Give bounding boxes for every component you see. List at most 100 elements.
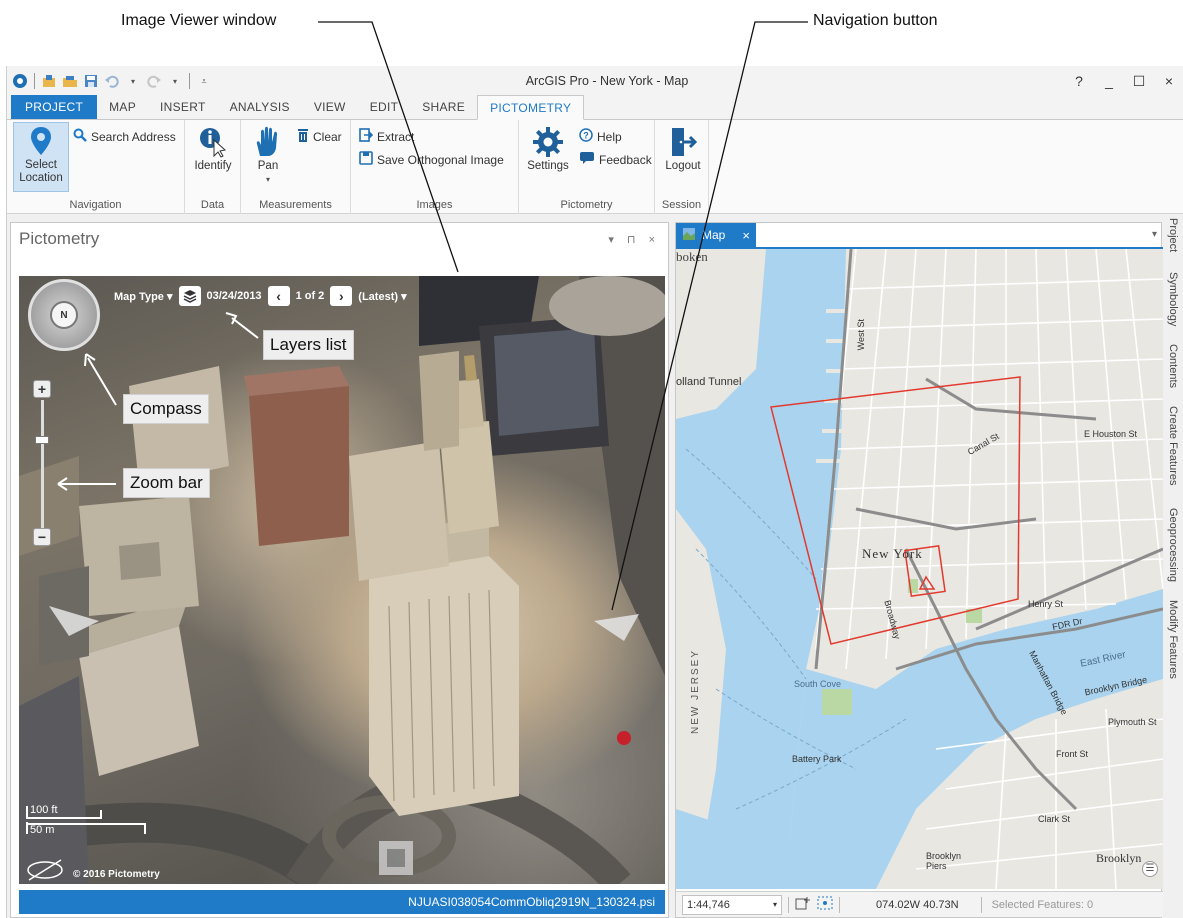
navigate-south-button[interactable]: [377, 840, 415, 878]
close-map-tab-icon[interactable]: ×: [742, 228, 750, 243]
zoom-out-button[interactable]: −: [33, 528, 51, 546]
previous-image-button[interactable]: ‹: [267, 286, 290, 306]
group-label-images: Images: [416, 199, 453, 211]
save-icon: [359, 151, 373, 168]
extract-button[interactable]: Extract: [359, 128, 414, 145]
redo-icon[interactable]: [145, 72, 163, 90]
group-images: Extract Save Orthogonal Image Images: [351, 120, 519, 214]
settings-button[interactable]: Settings: [525, 124, 571, 173]
copyright-text: © 2016 Pictometry: [73, 869, 160, 880]
trash-icon: [297, 128, 309, 145]
feedback-button[interactable]: Feedback: [579, 151, 652, 168]
identify-button[interactable]: Identify: [191, 124, 235, 173]
map-label-south-cove: South Cove: [794, 679, 842, 689]
map-pane: Map × ▾ boken olland Tunnel New York NEW…: [675, 222, 1163, 918]
logout-button[interactable]: Logout: [661, 124, 705, 173]
scale-dropdown-icon: ▾: [772, 900, 777, 909]
basemap: [676, 249, 1163, 889]
image-filename-status: NJUASI038054CommObliq2919N_130324.psi: [19, 890, 665, 914]
tab-share[interactable]: SHARE: [410, 95, 477, 119]
group-label-pictometry: Pictometry: [560, 199, 613, 211]
map-label-plymouth-st: Plymouth St: [1108, 717, 1157, 727]
tab-edit[interactable]: EDIT: [358, 95, 411, 119]
image-date: 03/24/2013: [206, 290, 262, 302]
map-scale-value: 1:44,746: [687, 898, 730, 911]
help-ribbon-button[interactable]: ? Help: [579, 128, 622, 145]
location-pin-icon: [30, 123, 52, 159]
customize-qat-icon[interactable]: ⩡: [195, 72, 213, 90]
next-image-button[interactable]: ›: [330, 286, 353, 306]
pictometry-pane-title: Pictometry: [19, 229, 100, 248]
callout-compass: Compass: [123, 394, 209, 424]
screenshot-root: Image Viewer window Navigation button ▾ …: [0, 0, 1183, 918]
navigate-east-button[interactable]: [591, 610, 643, 644]
open-project-icon[interactable]: [61, 72, 79, 90]
help-circle-icon: ?: [579, 128, 593, 145]
map-label-holland-tunnel: olland Tunnel: [676, 376, 742, 388]
extract-icon: [359, 128, 374, 145]
tab-project[interactable]: PROJECT: [11, 95, 98, 119]
zoom-bar[interactable]: + −: [33, 380, 51, 548]
snapping-icon[interactable]: [817, 896, 833, 913]
undo-icon[interactable]: [103, 72, 121, 90]
search-address-button[interactable]: Search Address: [73, 128, 176, 145]
selected-features-count: Selected Features: 0: [991, 898, 1094, 911]
side-tab-modify-features[interactable]: Modify Features: [1167, 600, 1179, 679]
compass-control[interactable]: N: [28, 279, 100, 351]
side-tab-symbology[interactable]: Symbology: [1167, 272, 1179, 326]
callout-layers-list: Layers list: [263, 330, 354, 360]
close-button[interactable]: ×: [1154, 73, 1183, 89]
save-orthogonal-image-button[interactable]: Save Orthogonal Image: [359, 151, 504, 168]
help-label: Help: [597, 129, 622, 144]
pan-label: Pan: [257, 160, 279, 172]
map-label-battery-park: Battery Park: [792, 754, 842, 764]
clear-label: Clear: [313, 129, 342, 144]
group-measurements: Pan ▾ Clear Measurements: [241, 120, 351, 214]
map-label-henry-st: Henry St: [1028, 599, 1064, 609]
group-label-navigation: Navigation: [69, 199, 122, 211]
tab-analysis[interactable]: ANALYSIS: [218, 95, 302, 119]
undo-dropdown-icon[interactable]: ▾: [124, 72, 142, 90]
tab-pictometry[interactable]: PICTOMETRY: [477, 95, 585, 120]
side-tab-create-features[interactable]: Create Features: [1167, 406, 1179, 485]
map-view-tab[interactable]: Map ×: [676, 223, 756, 247]
new-project-icon[interactable]: [40, 72, 58, 90]
pan-button[interactable]: Pan ▾: [249, 124, 287, 186]
layers-list-button[interactable]: [178, 286, 201, 306]
save-project-icon[interactable]: [82, 72, 100, 90]
select-location-button[interactable]: Select Location: [13, 122, 69, 192]
redo-dropdown-icon[interactable]: ▾: [166, 72, 184, 90]
zoom-in-button[interactable]: +: [33, 380, 51, 398]
image-viewer[interactable]: N Map Type ▾ 03/24/2013 ‹ 1 of 2 › (Late…: [19, 276, 665, 884]
arcgis-app-icon[interactable]: [11, 72, 29, 90]
map-label-west-st: West St: [856, 319, 866, 351]
help-button[interactable]: ?: [1064, 73, 1094, 89]
map-canvas[interactable]: boken olland Tunnel New York NEW JERSEY …: [676, 249, 1163, 889]
save-orthogonal-label: Save Orthogonal Image: [377, 152, 504, 167]
window-controls: ? _ ☐ ×: [1064, 66, 1183, 96]
minimize-button[interactable]: _: [1094, 73, 1124, 89]
tab-map[interactable]: MAP: [97, 95, 148, 119]
map-label-hoboken: boken: [676, 249, 708, 264]
ribbon-tabs: PROJECT MAP INSERT ANALYSIS VIEW EDIT SH…: [7, 95, 1183, 120]
side-tab-geoprocessing[interactable]: Geoprocessing: [1167, 508, 1179, 582]
map-tab-label: Map: [702, 228, 726, 242]
navigate-west-button[interactable]: [45, 602, 101, 638]
map-type-dropdown[interactable]: Map Type ▾: [114, 290, 173, 303]
tab-insert[interactable]: INSERT: [148, 95, 218, 119]
zoom-slider-handle[interactable]: [35, 436, 49, 444]
latest-dropdown[interactable]: (Latest) ▾: [358, 290, 406, 303]
map-label-new-jersey: NEW JERSEY: [690, 649, 701, 735]
tab-view[interactable]: VIEW: [302, 95, 358, 119]
clear-button[interactable]: Clear: [297, 128, 342, 145]
group-navigation: Select Location Search Address Navigatio…: [7, 120, 185, 214]
map-chat-icon[interactable]: ☰: [1142, 861, 1158, 877]
pane-window-controls[interactable]: ▾ ⊓ ×: [608, 233, 660, 246]
side-tab-contents[interactable]: Contents: [1167, 344, 1179, 388]
fixed-zoom-icon[interactable]: [795, 896, 811, 913]
side-tab-project[interactable]: Project: [1167, 218, 1179, 252]
maximize-button[interactable]: ☐: [1124, 73, 1154, 90]
settings-label: Settings: [527, 160, 569, 172]
map-scale-selector[interactable]: 1:44,746 ▾: [682, 894, 782, 915]
map-pane-dropdown-icon[interactable]: ▾: [1152, 229, 1157, 240]
